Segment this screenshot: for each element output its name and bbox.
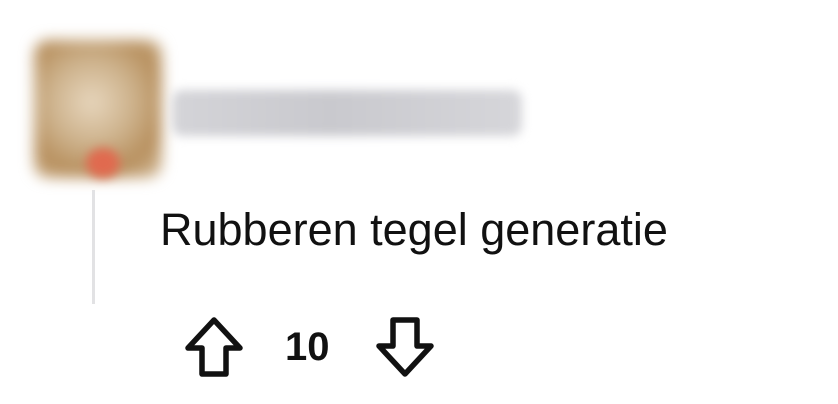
vote-score: 10 [285,324,330,369]
downvote-button[interactable] [374,314,436,380]
thread-line[interactable] [92,190,95,304]
username[interactable] [172,90,522,136]
upvote-button[interactable] [183,314,245,380]
arrow-down-outline-icon [375,317,434,377]
avatar-badge [86,148,120,178]
vote-bar: 10 [183,314,436,380]
comment: Rubberen tegel generatie 10 [0,0,838,404]
comment-body: Rubberen tegel generatie [160,204,668,255]
arrow-up-outline-icon [185,317,243,377]
